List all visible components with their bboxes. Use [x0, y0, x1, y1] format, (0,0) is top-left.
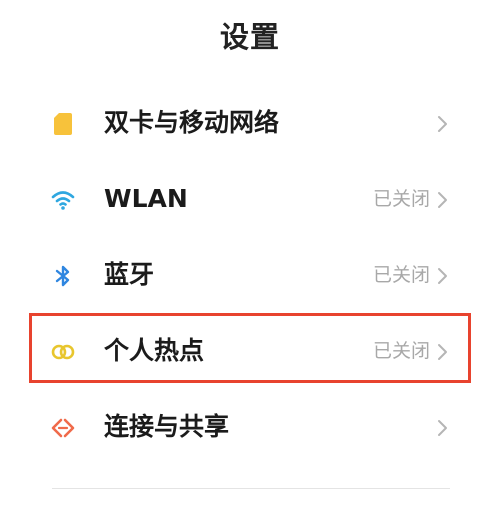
page-title: 设置 — [219, 20, 280, 54]
settings-item-label: 个人热点 — [104, 336, 205, 365]
settings-item-label: WLAN — [104, 184, 188, 213]
hotspot-icon — [50, 339, 76, 365]
bluetooth-icon — [50, 263, 76, 289]
settings-item-dual-sim[interactable]: 双卡与移动网络 — [0, 85, 500, 161]
chevron-right-icon — [436, 342, 450, 362]
settings-item-bluetooth[interactable]: 蓝牙 已关闭 — [0, 237, 500, 313]
wifi-icon — [50, 187, 76, 213]
settings-item-label: 连接与共享 — [104, 412, 230, 441]
settings-item-status: 已关闭 — [372, 264, 430, 286]
chevron-right-icon — [436, 266, 450, 286]
settings-item-status: 已关闭 — [372, 188, 430, 210]
settings-item-connection-sharing[interactable]: 连接与共享 — [0, 389, 500, 465]
divider — [52, 488, 450, 489]
chevron-right-icon — [436, 190, 450, 210]
chevron-right-icon — [436, 418, 450, 438]
settings-item-label: 蓝牙 — [104, 260, 155, 289]
settings-item-wlan[interactable]: WLAN 已关闭 — [0, 161, 500, 237]
sim-card-icon — [50, 111, 76, 137]
connection-share-icon — [50, 415, 76, 441]
settings-item-status: 已关闭 — [372, 340, 430, 362]
settings-item-hotspot[interactable]: 个人热点 已关闭 — [0, 313, 500, 389]
settings-item-label: 双卡与移动网络 — [104, 108, 280, 137]
chevron-right-icon — [436, 114, 450, 134]
settings-list: 双卡与移动网络 WLAN 已关闭 蓝牙 已关闭 个人热点 已关闭 连接与共享 — [0, 85, 500, 465]
